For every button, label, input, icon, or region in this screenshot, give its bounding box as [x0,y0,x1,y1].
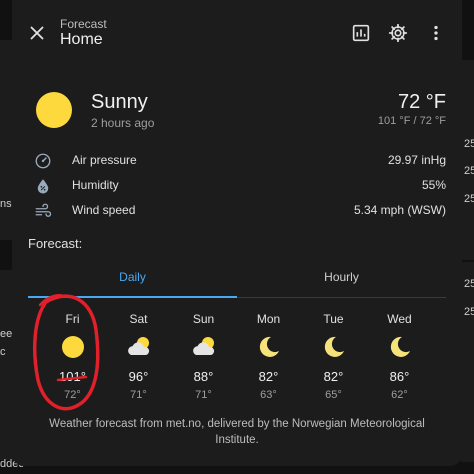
close-icon[interactable] [26,22,48,44]
tab-daily[interactable]: Daily [28,262,237,298]
attribute-value: 29.97 inHg [387,153,446,167]
attribute-label: Air pressure [72,153,137,167]
day-name: Fri [65,312,80,326]
dialog-title: Home [60,31,103,48]
forecast-dialog: Forecast Home Sunny 2 hours ago 72 °F 10… [12,0,462,466]
forecast-day: Sat 96° 71° [106,308,171,408]
forecast-tabs: Daily Hourly [28,262,446,298]
forecast-heading: Forecast: [28,236,83,251]
attribute-label: Wind speed [72,203,136,217]
day-high: 101° [59,369,86,384]
active-tab-indicator [28,296,237,298]
background-text: ee [0,328,13,340]
sun-icon [62,336,84,358]
forecast-day: Tue 82° 65° [301,308,366,408]
forecast-day: Sun 88° 71° [171,308,236,408]
day-low: 71° [130,389,147,401]
more-vert-icon[interactable] [425,22,447,44]
tab-hourly[interactable]: Hourly [237,262,446,298]
current-condition: Sunny [91,91,148,113]
current-temperature: 72 °F [397,91,446,113]
attribute-row-air-pressure: Air pressure 29.97 inHg [34,148,446,172]
day-high: 88° [193,369,214,384]
moon-icon [259,336,279,357]
background-text: ns [0,198,12,210]
day-name: Sun [192,312,215,326]
background-text: 25 [464,165,474,177]
forecast-day: Fri 101° 72° [40,308,105,408]
water-percent-icon [37,179,49,194]
partly-cloudy-icon [193,337,215,355]
gauge-icon [35,153,51,169]
wind-icon [35,203,52,217]
forecast-day: Mon 82° 63° [236,308,301,408]
day-name: Mon [256,312,281,326]
moon-icon [390,336,410,357]
gear-icon[interactable] [387,22,409,44]
background-text: 25 [464,138,474,150]
attribute-value: 5.34 mph (WSW) [353,203,446,217]
attribute-row-humidity: Humidity 55% [34,173,446,197]
dialog-subtitle: Forecast [60,17,107,31]
day-high: 86° [389,369,410,384]
last-updated: 2 hours ago [91,116,155,130]
attribute-row-wind-speed: Wind speed 5.34 mph (WSW) [34,198,446,222]
background-text: 25 [464,306,474,318]
temperature-range: 101 °F / 72 °F [377,115,446,127]
attribute-value: 55% [421,178,446,192]
attribute-label: Humidity [72,178,119,192]
day-high: 82° [258,369,279,384]
day-low: 62° [391,389,408,401]
day-high: 82° [323,369,344,384]
day-name: Wed [387,312,412,326]
dialog-header: Forecast Home [12,0,462,64]
background-text: c [0,346,6,358]
chart-icon[interactable] [350,22,372,44]
day-low: 72° [64,389,81,401]
sun-icon [36,92,72,128]
day-low: 63° [260,389,277,401]
day-low: 71° [195,389,212,401]
day-low: 65° [325,389,342,401]
attribution-text: Weather forecast from met.no, delivered … [49,418,425,446]
partly-cloudy-icon [128,337,150,355]
forecast-day: Wed 86° 62° [367,308,432,408]
background-text: 25 [464,193,474,205]
background-text: 25 [464,278,474,290]
day-name: Tue [323,312,344,326]
moon-icon [324,336,344,357]
day-high: 96° [128,369,149,384]
day-name: Sat [129,312,148,326]
